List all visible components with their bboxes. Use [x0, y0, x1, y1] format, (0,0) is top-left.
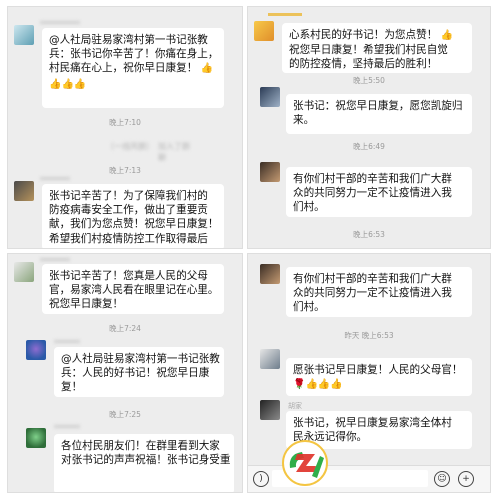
plus-icon[interactable]: + — [458, 471, 474, 487]
avatar[interactable] — [260, 264, 280, 284]
system-notice: （一线风貌） 加入了群聊 — [106, 142, 190, 162]
message-text: 民永远记得你。 — [293, 431, 368, 444]
avatar[interactable] — [14, 181, 34, 201]
message-text: 的防控疫情，坚持最后的胜利！ — [289, 58, 438, 71]
avatar[interactable] — [14, 262, 34, 282]
message-bubble[interactable]: @人社局驻易家湾村第一书记张教 兵：张书记你辛苦了！你痛在身上， 村民痛在心上，… — [42, 28, 224, 108]
timestamp: 晚上7:25 — [109, 410, 141, 419]
avatar[interactable] — [26, 340, 46, 360]
message-text: 兵：张书记你辛苦了！你痛在身上， — [49, 48, 219, 61]
message-text: 心系村民的好书记！为您点赞！ 👍 — [289, 28, 465, 43]
avatar[interactable] — [260, 349, 280, 369]
message-text: 官，易家湾人民看在眼里记在心里。 — [49, 284, 219, 297]
message-text: @人社局驻易家湾村第一书记张教 — [49, 34, 208, 46]
message-text: 张书记，祝早日康复易家湾全体村 — [293, 417, 452, 429]
message-text: 村民痛在心上，祝你早日康复！ 👍 — [49, 61, 217, 76]
timestamp-time: 晚上6:53 — [361, 331, 394, 340]
message-text: 们村。 — [293, 201, 325, 214]
message-bubble[interactable]: 各位村民朋友们！在群里看到大家 对张书记的声声祝福！张书记身受重 — [54, 434, 234, 492]
message-bubble[interactable]: 有你们村干部的辛苦和我们广大群 众的共同努力一定不让疫情进入我 们村。 — [286, 267, 472, 317]
thumbs-up-emoji-icon: 👍👍👍 — [49, 78, 87, 90]
avatar[interactable] — [26, 428, 46, 448]
message-text: 防疫病毒安全工作，做出了重要贡 — [49, 204, 208, 217]
message-text: 兵：人民的好书记！祝您早日康 — [61, 367, 210, 380]
message-bubble[interactable]: 有你们村干部的辛苦和我们广大群 众的共同努力一定不让疫情进入我 们村。 — [286, 167, 472, 217]
timestamp: 晚上5:50 — [353, 76, 385, 85]
timestamp: 晚上6:49 — [353, 142, 385, 151]
message-text: 众的共同努力一定不让疫情进入我 — [293, 187, 452, 200]
timestamp: 晚上7:24 — [109, 324, 141, 333]
message-text: 有你们村干部的辛苦和我们广大群 — [293, 173, 452, 185]
message-text: 各位村民朋友们！在群里看到大家 — [61, 440, 220, 452]
timestamp-day: 昨天 — [344, 331, 360, 340]
message-bubble[interactable]: @人社局驻易家湾村第一书记张教 兵：人民的好书记！祝您早日康 复！ — [54, 347, 224, 397]
message-bubble[interactable]: 张书记辛苦了！您真是人民的父母 官，易家湾人民看在眼里记在心里。 祝您早日康复！ — [42, 264, 224, 314]
message-text: 愿张书记早日康复！人民的父母官！ — [293, 364, 463, 376]
sender-name: 胡家 — [288, 402, 302, 410]
message-bubble[interactable]: 愿张书记早日康复！人民的父母官！ 🌹👍👍👍 — [286, 358, 472, 396]
emoji-row: 🌹👍👍👍 — [293, 377, 465, 392]
chat-panel-top-right: 心系村民的好书记！为您点赞！ 👍 祝您早日康复！希望我们村民自觉 的防控疫情，坚… — [247, 6, 491, 249]
message-bubble[interactable]: 心系村民的好书记！为您点赞！ 👍 祝您早日康复！希望我们村民自觉 的防控疫情，坚… — [282, 23, 472, 73]
timestamp: 昨天 晚上6:53 — [248, 330, 490, 341]
avatar[interactable] — [260, 87, 280, 107]
voice-icon[interactable]: ) — [253, 471, 269, 487]
emoji-icon[interactable]: ☺ — [434, 471, 450, 487]
message-text: 希望我们村疫情防控工作取得最后 — [49, 232, 208, 245]
message-text: 张书记辛苦了！为了保障我们村的 — [49, 190, 208, 202]
chat-panel-bottom-left: 张书记辛苦了！您真是人民的父母 官，易家湾人民看在眼里记在心里。 祝您早日康复！… — [7, 253, 243, 493]
message-bubble[interactable]: 张书记：祝您早日康复，愿您凯旋归 来。 — [286, 94, 472, 134]
thumbs-up-emoji-icon: 👍 — [440, 30, 454, 41]
message-text: 祝您早日康复！ — [49, 298, 124, 311]
message-text: 张书记：祝您早日康复，愿您凯旋归 — [293, 100, 463, 112]
avatar[interactable] — [14, 25, 34, 45]
timestamp: 晚上7:10 — [109, 118, 141, 127]
thumbs-up-emoji-icon: 👍👍👍 — [305, 379, 343, 391]
avatar[interactable] — [260, 400, 280, 420]
message-bubble[interactable]: 张书记辛苦了！为了保障我们村的 防疫病毒安全工作，做出了重要贡 献，我们为您点赞… — [42, 184, 224, 248]
message-text: 张书记辛苦了！您真是人民的父母 — [49, 270, 208, 282]
emoji-row: 👍👍👍 — [49, 77, 217, 92]
timestamp: 晚上6:53 — [353, 230, 385, 239]
logo-mark-icon — [289, 452, 324, 478]
message-text: 对张书记的声声祝福！张书记身受重 — [61, 454, 231, 467]
message-text: 众的共同努力一定不让疫情进入我 — [293, 287, 452, 300]
watermark-logo — [282, 440, 328, 486]
message-text: 复！ — [61, 381, 83, 394]
message-text: 有你们村干部的辛苦和我们广大群 — [293, 273, 452, 285]
rose-emoji-icon: 🌹 — [293, 379, 306, 391]
message-text: 祝您早日康复！希望我们村民自觉 — [289, 44, 448, 57]
chat-panel-top-left: @人社局驻易家湾村第一书记张教 兵：张书记你辛苦了！你痛在身上， 村民痛在心上，… — [7, 6, 243, 249]
message-text: 来。 — [293, 114, 315, 127]
thumbs-up-emoji-icon: 👍 — [200, 63, 214, 75]
message-text: @人社局驻易家湾村第一书记张教 — [61, 353, 220, 365]
message-text: 们村。 — [293, 301, 325, 314]
avatar[interactable] — [254, 21, 274, 41]
message-text: 献，我们为您点赞！祝您早日康复！ — [49, 218, 219, 231]
avatar[interactable] — [260, 162, 280, 182]
timestamp: 晚上7:13 — [109, 166, 141, 175]
